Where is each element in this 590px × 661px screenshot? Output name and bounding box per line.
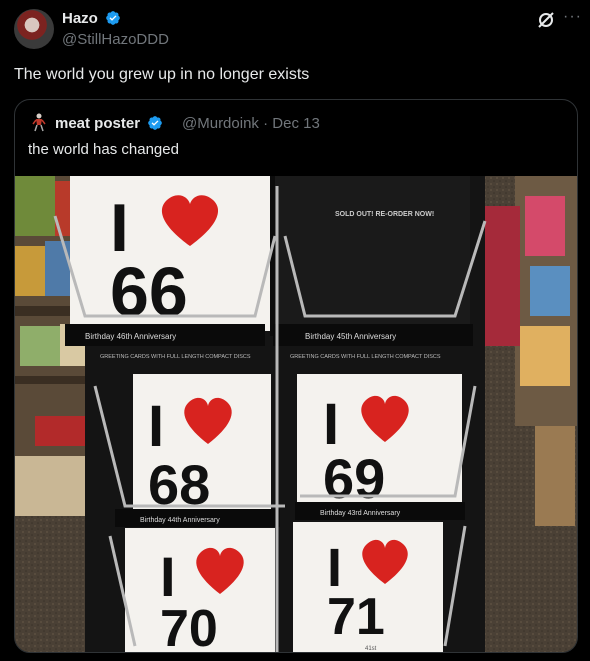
verified-badge-icon	[106, 11, 120, 25]
card-sold-out: SOLD OUT! RE-ORDER NOW!	[275, 176, 470, 326]
quoted-verified-badge-icon	[148, 116, 163, 130]
card-68-caption: Birthday 44th Anniversary	[140, 517, 220, 524]
card-69-caption: Birthday 43rd Anniversary	[320, 510, 401, 517]
tray-strip-left: GREETING CARDS WITH FULL LENGTH COMPACT …	[100, 354, 251, 360]
card-71-number: 71	[327, 588, 385, 646]
more-options-icon[interactable]: ···	[563, 8, 582, 26]
quoted-author-handle[interactable]: @Murdoink	[182, 115, 259, 132]
card-66-caption: Birthday 46th Anniversary	[85, 332, 176, 341]
author-name-text[interactable]: Hazo	[62, 10, 98, 27]
meta-separator: ·	[263, 115, 269, 132]
card-71: I 71 41st	[293, 522, 443, 652]
card-sold-out-caption: Birthday 45th Anniversary	[305, 332, 396, 341]
quoted-post-photo[interactable]: I 66 SOLD OUT! RE-ORDER NOW! Birthday 46…	[15, 176, 577, 653]
quoted-post-text: the world has changed	[28, 141, 179, 158]
author-name[interactable]: Hazo	[62, 10, 121, 27]
post-text: The world you grew up in no longer exist…	[14, 66, 310, 83]
quoted-post-date[interactable]: Dec 13	[272, 115, 320, 132]
quoted-author-name[interactable]: meat poster	[55, 115, 163, 132]
card-68-i: I	[148, 394, 164, 459]
author-avatar[interactable]	[14, 9, 54, 49]
grok-icon[interactable]	[536, 10, 556, 30]
quoted-author-meta[interactable]: @Murdoink · Dec 13	[182, 115, 320, 132]
card-69: I 69	[297, 374, 462, 510]
photo-scene: I 66 SOLD OUT! RE-ORDER NOW! Birthday 46…	[15, 176, 577, 653]
quoted-post[interactable]: meat poster @Murdoink · Dec 13 the world…	[14, 99, 578, 653]
card-70: I 70	[125, 528, 275, 653]
tray-strip-right: GREETING CARDS WITH FULL LENGTH COMPACT …	[290, 354, 441, 360]
card-69-number: 69	[323, 447, 385, 510]
quoted-author-name-text[interactable]: meat poster	[55, 115, 140, 132]
sold-out-sign: SOLD OUT! RE-ORDER NOW!	[335, 211, 434, 218]
author-handle[interactable]: @StillHazoDDD	[62, 31, 169, 48]
card-71-caption: 41st	[365, 646, 377, 652]
card-70-number: 70	[160, 600, 218, 653]
card-66-number: 66	[110, 253, 188, 331]
card-66: I 66	[70, 176, 270, 331]
card-68: I 68	[133, 374, 271, 516]
card-70-i: I	[160, 545, 176, 608]
quoted-author-avatar[interactable]	[29, 112, 49, 132]
